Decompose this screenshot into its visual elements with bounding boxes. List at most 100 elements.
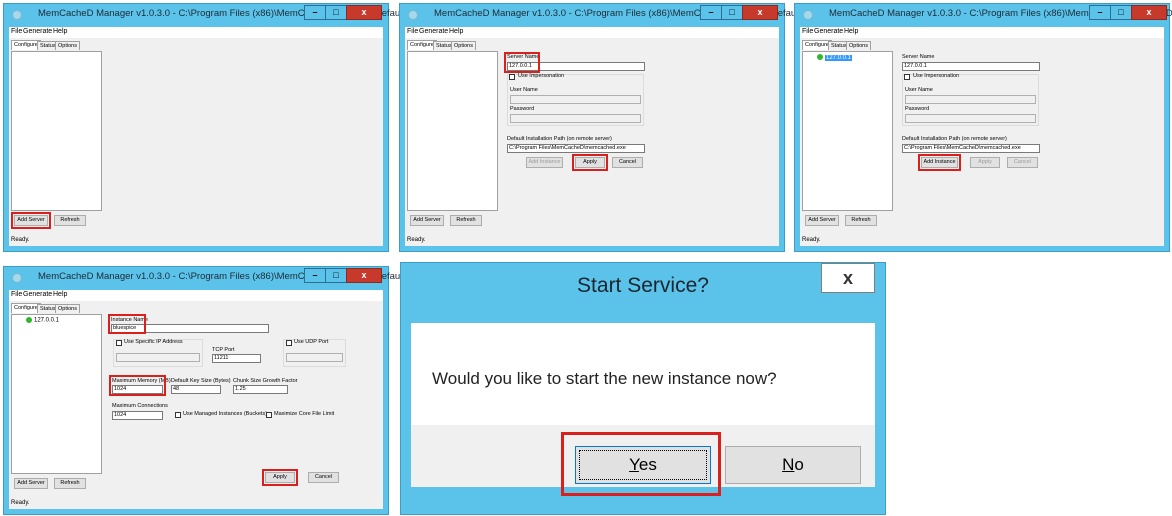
configure-page: Add Server Refresh Server Name 127.0.0.1… [407, 50, 777, 234]
refresh-button[interactable]: Refresh [845, 215, 877, 226]
menu-file[interactable]: File [802, 28, 813, 35]
cancel-button[interactable]: Cancel [612, 157, 643, 168]
minimize-button[interactable]: – [304, 268, 326, 283]
maximize-core-file-checkbox[interactable] [266, 412, 272, 418]
server-tree[interactable] [407, 51, 498, 211]
minimize-button[interactable]: – [1089, 5, 1111, 20]
udp-port-input[interactable] [286, 353, 343, 362]
user-name-label: User Name [905, 87, 933, 93]
menu-bar: File Generate Help [9, 27, 383, 38]
user-name-label: User Name [510, 87, 538, 93]
close-button[interactable]: x [1131, 5, 1167, 20]
maximize-button[interactable]: □ [1110, 5, 1132, 20]
tree-item-server[interactable]: 127.0.0.1 [817, 54, 853, 61]
title-bar[interactable]: MemCacheD Manager v1.0.3.0 - C:\Program … [400, 4, 818, 27]
refresh-button[interactable]: Refresh [54, 215, 86, 226]
menu-generate[interactable]: Generate [23, 28, 52, 35]
refresh-button[interactable]: Refresh [54, 478, 86, 489]
menu-file[interactable]: File [11, 291, 22, 298]
server-tree[interactable]: 127.0.0.1 [11, 314, 102, 474]
add-server-button[interactable]: Add Server [805, 215, 839, 226]
install-path-input[interactable]: C:\Program Files\MemCacheD\memcached.exe [902, 144, 1040, 153]
menu-help[interactable]: Help [53, 28, 67, 35]
app-icon [803, 10, 813, 20]
max-connections-label: Maximum Connections [112, 403, 168, 409]
menu-generate[interactable]: Generate [23, 291, 52, 298]
server-name-label: Server Name [902, 54, 935, 60]
add-server-button[interactable]: Add Server [14, 478, 48, 489]
tab-options[interactable]: Options [846, 41, 871, 50]
cancel-button[interactable]: Cancel [308, 472, 339, 483]
default-key-size-input[interactable]: 48 [171, 385, 221, 394]
start-service-dialog: Start Service? x Would you like to start… [400, 262, 886, 515]
maximize-core-file-label: Maximize Core File Limit [274, 411, 335, 417]
maximize-button[interactable]: □ [325, 268, 347, 283]
dialog-close-button[interactable]: x [821, 263, 875, 293]
window-instance-details-step: MemCacheD Manager v1.0.3.0 - C:\Program … [3, 266, 422, 515]
use-udp-port-label: Use UDP Port [294, 339, 329, 345]
title-bar[interactable]: MemCacheD Manager v1.0.3.0 - C:\Program … [4, 267, 422, 290]
menu-file[interactable]: File [11, 28, 22, 35]
add-instance-button[interactable]: Add Instance [526, 157, 563, 168]
server-name-input[interactable]: 127.0.0.1 [902, 62, 1040, 71]
close-button[interactable]: x [346, 5, 382, 20]
tab-options[interactable]: Options [451, 41, 476, 50]
refresh-button[interactable]: Refresh [450, 215, 482, 226]
configure-page: 127.0.0.1 Add Server Refresh Server Name… [802, 50, 1162, 234]
apply-button[interactable]: Apply [970, 157, 1000, 168]
user-name-input[interactable] [905, 95, 1036, 104]
tree-item-server[interactable]: 127.0.0.1 [26, 317, 59, 324]
title-bar[interactable]: MemCacheD Manager v1.0.3.0 - C:\Program … [4, 4, 422, 27]
password-input[interactable] [905, 114, 1036, 123]
window-add-server-step: MemCacheD Manager v1.0.3.0 - C:\Program … [3, 3, 422, 252]
menu-file[interactable]: File [407, 28, 418, 35]
use-impersonation-checkbox[interactable] [904, 74, 910, 80]
add-server-button[interactable]: Add Server [410, 215, 444, 226]
menu-help[interactable]: Help [449, 28, 463, 35]
title-bar[interactable]: MemCacheD Manager v1.0.3.0 - C:\Program … [795, 4, 1172, 27]
tab-options[interactable]: Options [55, 41, 80, 50]
close-button[interactable]: x [346, 268, 382, 283]
close-button[interactable]: x [742, 5, 778, 20]
cancel-button[interactable]: Cancel [1007, 157, 1038, 168]
no-button[interactable]: No [725, 446, 861, 484]
highlight-add-instance [918, 154, 961, 171]
highlight-apply [572, 154, 608, 171]
chunk-growth-label: Chunk Size Growth Factor [233, 378, 298, 384]
status-bar: Ready. [9, 235, 383, 246]
menu-generate[interactable]: Generate [814, 28, 843, 35]
install-path-input[interactable]: C:\Program Files\MemCacheD\memcached.exe [507, 144, 645, 153]
menu-help[interactable]: Help [844, 28, 858, 35]
dialog-title: Start Service? [577, 274, 709, 297]
password-label: Password [510, 106, 535, 112]
default-key-size-label: Default Key Size (Bytes) [171, 378, 231, 384]
use-impersonation-checkbox[interactable] [509, 74, 515, 80]
window-server-details-step: MemCacheD Manager v1.0.3.0 - C:\Program … [399, 3, 818, 252]
use-specific-ip-checkbox[interactable] [116, 340, 122, 346]
app-icon [12, 10, 22, 20]
menu-generate[interactable]: Generate [419, 28, 448, 35]
tcp-port-input[interactable]: 11211 [212, 354, 261, 363]
minimize-button[interactable]: – [304, 5, 326, 20]
use-impersonation-label: Use Impersonation [913, 73, 960, 79]
use-specific-ip-label: Use Specific IP Address [124, 339, 183, 345]
password-input[interactable] [510, 114, 641, 123]
user-name-input[interactable] [510, 95, 641, 104]
max-connections-input[interactable]: 1024 [112, 411, 163, 420]
dialog-message: Would you like to start the new instance… [432, 369, 777, 388]
maximize-button[interactable]: □ [721, 5, 743, 20]
use-managed-instances-checkbox[interactable] [175, 412, 181, 418]
use-udp-port-checkbox[interactable] [286, 340, 292, 346]
chunk-growth-input[interactable]: 1.25 [233, 385, 288, 394]
maximize-button[interactable]: □ [325, 5, 347, 20]
status-bar: Ready. [9, 498, 383, 509]
minimize-button[interactable]: – [700, 5, 722, 20]
check-ok-icon [26, 317, 32, 323]
highlight-yes [561, 432, 721, 496]
menu-help[interactable]: Help [53, 291, 67, 298]
server-tree[interactable] [11, 51, 102, 211]
tab-options[interactable]: Options [55, 304, 80, 313]
highlight-apply [262, 469, 298, 486]
server-tree[interactable]: 127.0.0.1 [802, 51, 893, 211]
specific-ip-input[interactable] [116, 353, 200, 362]
